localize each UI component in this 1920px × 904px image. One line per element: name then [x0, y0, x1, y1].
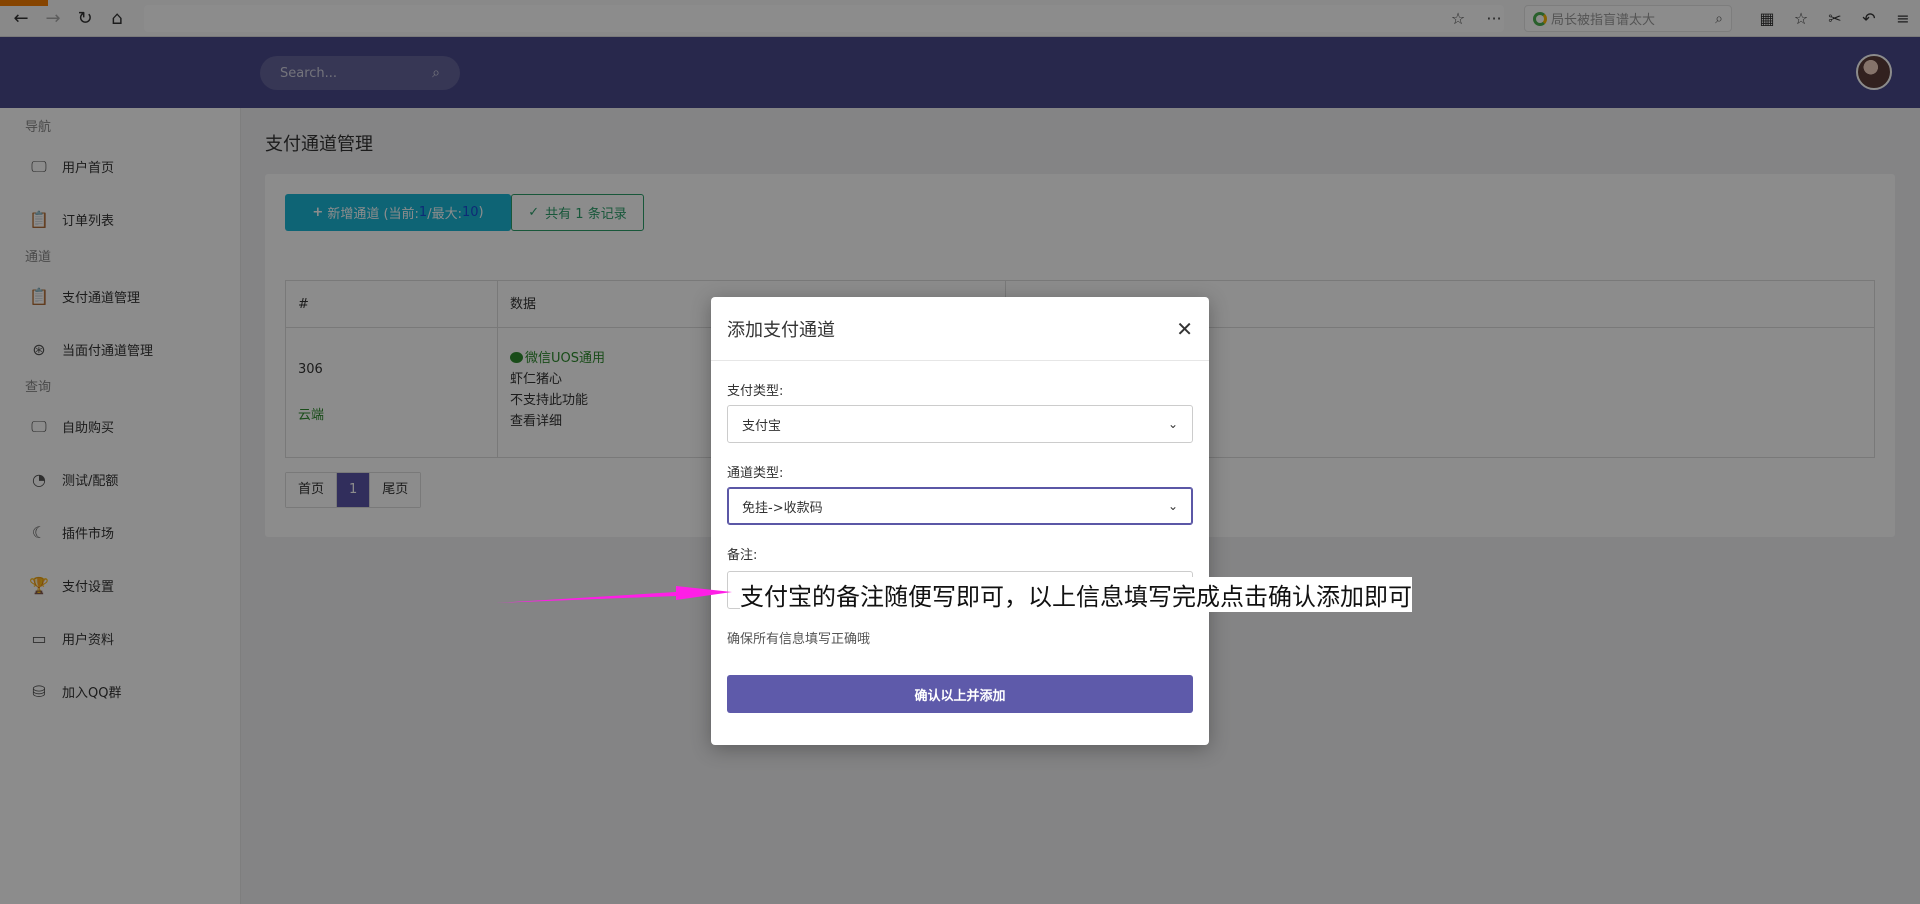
- arrow-shape: [496, 586, 732, 603]
- channel-type-value: 免挂->收款码: [742, 500, 823, 516]
- remark-input[interactable]: 支付宝的备注随便写即可，以上信息填写完成点击确认添加即可: [727, 571, 1412, 612]
- channel-type-select[interactable]: 免挂->收款码 ⌄: [727, 487, 1193, 525]
- channel-type-label: 通道类型:: [727, 466, 784, 481]
- annotation-arrow-icon: [496, 586, 732, 603]
- chevron-down-icon: ⌄: [1167, 417, 1178, 431]
- dialog-header: 添加支付通道 ✕: [711, 297, 1209, 361]
- add-channel-dialog: 添加支付通道 ✕ 支付类型: 支付宝 ⌄ 通道类型: 免挂->收款码 ⌄ 备注:…: [711, 297, 1412, 745]
- pay-type-label: 支付类型:: [727, 384, 784, 399]
- pay-type-value: 支付宝: [742, 418, 782, 434]
- remark-label: 备注:: [727, 548, 758, 563]
- chevron-down-icon: ⌄: [1167, 499, 1178, 513]
- hint-text: 确保所有信息填写正确哦: [727, 632, 871, 647]
- dialog-title: 添加支付通道: [727, 319, 835, 341]
- pay-type-select[interactable]: 支付宝 ⌄: [727, 405, 1193, 443]
- remark-annotation: 支付宝的备注随便写即可，以上信息填写完成点击确认添加即可: [740, 577, 1412, 612]
- confirm-add-button[interactable]: 确认以上并添加: [727, 675, 1193, 713]
- close-icon[interactable]: ✕: [1176, 317, 1193, 341]
